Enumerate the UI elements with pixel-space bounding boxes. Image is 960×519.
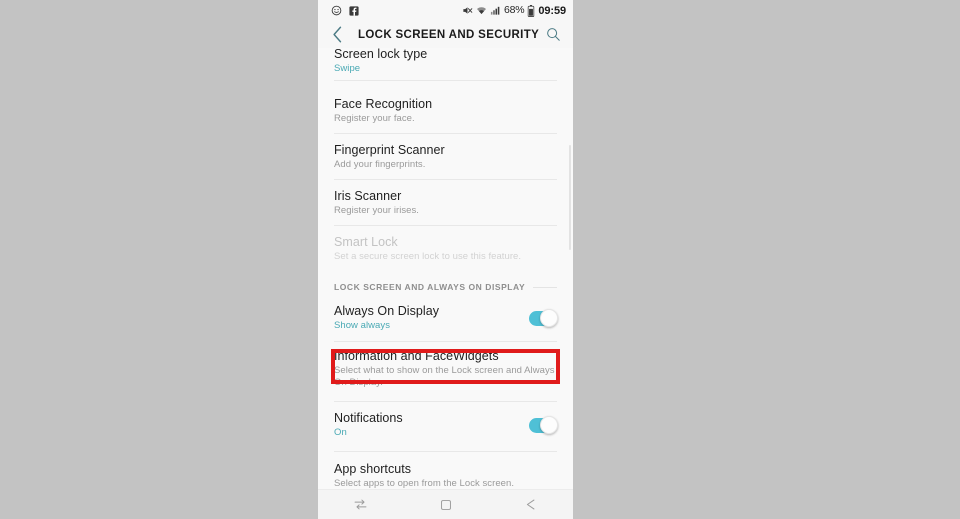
section-header-label: LOCK SCREEN AND ALWAYS ON DISPLAY: [334, 282, 526, 292]
mute-icon: [462, 5, 473, 16]
list-item-title: Always On Display: [334, 304, 440, 318]
list-item-always-on-display[interactable]: Always On Display Show always: [318, 301, 573, 335]
home-square-icon[interactable]: [426, 493, 466, 517]
list-item-subtitle: Select what to show on the Lock screen a…: [334, 365, 555, 388]
list-item-title: Iris Scanner: [334, 188, 402, 203]
emoji-smiley-icon: [331, 5, 342, 16]
list-item-title: Information and FaceWidgets: [334, 349, 499, 363]
list-item-subtitle: Register your irises.: [334, 204, 419, 216]
page-title: LOCK SCREEN AND SECURITY: [358, 28, 540, 41]
screenshot-stage: 68% 09:59 LOCK SCREEN AND SECURITY Scree…: [0, 0, 960, 519]
notifications-toggle[interactable]: [529, 416, 558, 434]
settings-list[interactable]: Screen lock type Swipe Face Recognition …: [318, 48, 573, 490]
list-item-title: App shortcuts: [334, 462, 412, 476]
list-item-subtitle: On: [334, 427, 347, 438]
list-scrollbar[interactable]: [569, 145, 571, 250]
row-texts: Fingerprint Scanner Add your fingerprint…: [334, 143, 557, 171]
row-texts: Information and FaceWidgets Select what …: [334, 349, 557, 389]
list-item-title: Fingerprint Scanner: [334, 142, 445, 157]
status-bar: 68% 09:59: [318, 0, 573, 21]
toggle-knob: [540, 309, 558, 327]
list-item-notifications[interactable]: Notifications On: [318, 403, 573, 447]
list-item-fingerprint-scanner[interactable]: Fingerprint Scanner Add your fingerprint…: [318, 134, 573, 179]
list-item-subtitle: Show always: [334, 320, 390, 331]
list-item-subtitle: Register your face.: [334, 112, 415, 124]
row-texts: Iris Scanner Register your irises.: [334, 189, 557, 217]
toggle-knob: [540, 416, 558, 434]
list-item-screen-lock-type[interactable]: Screen lock type Swipe: [318, 48, 573, 80]
divider: [334, 451, 557, 452]
recents-icon[interactable]: [341, 493, 381, 517]
list-item-face-recognition[interactable]: Face Recognition Register your face.: [318, 88, 573, 133]
row-texts: Smart Lock Set a secure screen lock to u…: [334, 235, 557, 263]
list-item-title: Face Recognition: [334, 96, 433, 111]
search-icon[interactable]: [543, 25, 563, 45]
list-item-title: Smart Lock: [334, 234, 398, 249]
list-item-information-and-facewidgets[interactable]: Information and FaceWidgets Select what …: [318, 343, 573, 395]
list-item-title: Notifications: [334, 411, 403, 425]
list-item-app-shortcuts[interactable]: App shortcuts Select apps to open from t…: [318, 454, 573, 490]
row-texts: Face Recognition Register your face.: [334, 97, 557, 125]
battery-percent-label: 68%: [503, 4, 525, 17]
signal-bars-icon: [490, 5, 501, 16]
row-texts: Screen lock type Swipe: [334, 48, 557, 75]
status-bar-clock: 09:59: [538, 4, 566, 17]
row-texts: App shortcuts Select apps to open from t…: [334, 462, 557, 490]
divider: [334, 341, 557, 342]
status-bar-left: [331, 5, 359, 16]
list-item-iris-scanner[interactable]: Iris Scanner Register your irises.: [318, 180, 573, 225]
nav-back-arrow-icon[interactable]: [511, 493, 551, 517]
divider: [334, 401, 557, 402]
app-bar: LOCK SCREEN AND SECURITY: [318, 21, 573, 48]
list-item-smart-lock: Smart Lock Set a secure screen lock to u…: [318, 226, 573, 271]
status-bar-right: 68% 09:59: [462, 4, 566, 17]
row-texts: Notifications On: [334, 411, 519, 439]
navigation-bar: [318, 489, 573, 519]
facebook-icon: [349, 5, 359, 16]
always-on-display-toggle[interactable]: [529, 309, 558, 327]
section-header-rule: [533, 286, 557, 288]
section-header-lock-screen-aod: LOCK SCREEN AND ALWAYS ON DISPLAY: [318, 275, 573, 299]
row-texts: Always On Display Show always: [334, 304, 519, 332]
list-item-title: Screen lock type: [334, 48, 428, 61]
phone-screen: 68% 09:59 LOCK SCREEN AND SECURITY Scree…: [318, 0, 573, 519]
list-item-subtitle: Add your fingerprints.: [334, 158, 426, 170]
list-item-subtitle: Set a secure screen lock to use this fea…: [334, 250, 522, 262]
divider: [334, 80, 557, 81]
wifi-icon: [476, 5, 487, 16]
list-item-subtitle: Swipe: [334, 63, 361, 74]
back-chevron-icon[interactable]: [330, 26, 344, 44]
battery-icon: [527, 4, 535, 17]
